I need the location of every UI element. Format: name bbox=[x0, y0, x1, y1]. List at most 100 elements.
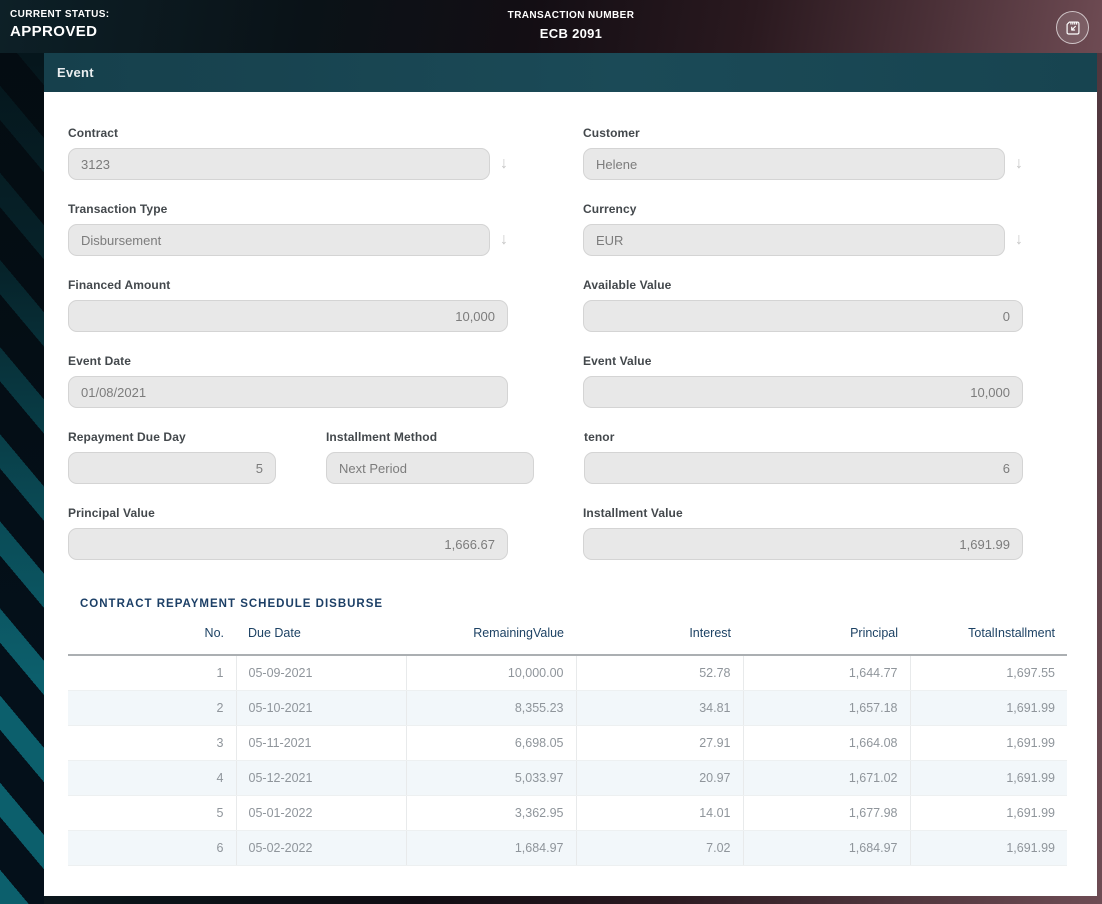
event-value-label: Event Value bbox=[583, 354, 1023, 368]
installment-value-label: Installment Value bbox=[583, 506, 1023, 520]
installment-value-field-group: Installment Value bbox=[583, 506, 1023, 560]
column-header-interest: Interest bbox=[576, 626, 743, 655]
tenor-input[interactable] bbox=[584, 452, 1023, 484]
table-header-row: No. Due Date RemainingValue Interest Pri… bbox=[68, 626, 1067, 655]
cell-interest: 20.97 bbox=[576, 760, 743, 795]
repayment-schedule-section: CONTRACT REPAYMENT SCHEDULE DISBURSE No.… bbox=[68, 598, 1067, 866]
available-value-label: Available Value bbox=[583, 278, 1023, 292]
transaction-type-input[interactable] bbox=[68, 224, 490, 256]
background-stripes bbox=[0, 0, 44, 904]
document-return-button[interactable] bbox=[1056, 11, 1089, 44]
cell-remaining-value: 5,033.97 bbox=[406, 760, 576, 795]
table-row: 5 05-01-2022 3,362.95 14.01 1,677.98 1,6… bbox=[68, 795, 1067, 830]
currency-label: Currency bbox=[583, 202, 1023, 216]
event-form: Contract ↓ Customer ↓ Transaction T bbox=[68, 126, 1023, 560]
cell-no: 6 bbox=[68, 830, 236, 865]
cell-total-installment: 1,691.99 bbox=[910, 795, 1067, 830]
cell-no: 3 bbox=[68, 725, 236, 760]
cell-interest: 14.01 bbox=[576, 795, 743, 830]
principal-value-input[interactable] bbox=[68, 528, 508, 560]
column-header-due-date: Due Date bbox=[236, 626, 406, 655]
cell-due-date: 05-09-2021 bbox=[236, 655, 406, 690]
transaction-type-field-group: Transaction Type ↓ bbox=[68, 202, 508, 256]
event-value-input[interactable] bbox=[583, 376, 1023, 408]
cell-remaining-value: 10,000.00 bbox=[406, 655, 576, 690]
cell-principal: 1,644.77 bbox=[743, 655, 910, 690]
cell-interest: 27.91 bbox=[576, 725, 743, 760]
table-row: 2 05-10-2021 8,355.23 34.81 1,657.18 1,6… bbox=[68, 690, 1067, 725]
cell-principal: 1,671.02 bbox=[743, 760, 910, 795]
cell-no: 2 bbox=[68, 690, 236, 725]
cell-interest: 34.81 bbox=[576, 690, 743, 725]
column-header-principal: Principal bbox=[743, 626, 910, 655]
repayment-due-day-field-group: Repayment Due Day bbox=[68, 430, 276, 484]
currency-field-group: Currency ↓ bbox=[583, 202, 1023, 256]
table-row: 6 05-02-2022 1,684.97 7.02 1,684.97 1,69… bbox=[68, 830, 1067, 865]
contract-field-group: Contract ↓ bbox=[68, 126, 508, 180]
table-row: 4 05-12-2021 5,033.97 20.97 1,671.02 1,6… bbox=[68, 760, 1067, 795]
contract-input[interactable] bbox=[68, 148, 490, 180]
repayment-schedule-title: CONTRACT REPAYMENT SCHEDULE DISBURSE bbox=[80, 598, 1067, 610]
cell-due-date: 05-01-2022 bbox=[236, 795, 406, 830]
cell-remaining-value: 1,684.97 bbox=[406, 830, 576, 865]
event-date-field-group: Event Date bbox=[68, 354, 508, 408]
event-date-label: Event Date bbox=[68, 354, 508, 368]
transaction-type-dropdown-icon[interactable]: ↓ bbox=[490, 232, 508, 248]
cell-due-date: 05-02-2022 bbox=[236, 830, 406, 865]
cell-remaining-value: 8,355.23 bbox=[406, 690, 576, 725]
cell-total-installment: 1,697.55 bbox=[910, 655, 1067, 690]
current-status-label: CURRENT STATUS: bbox=[10, 9, 110, 21]
column-header-total-installment: TotalInstallment bbox=[910, 626, 1067, 655]
cell-principal: 1,684.97 bbox=[743, 830, 910, 865]
column-header-remaining-value: RemainingValue bbox=[406, 626, 576, 655]
transaction-type-label: Transaction Type bbox=[68, 202, 508, 216]
cell-total-installment: 1,691.99 bbox=[910, 760, 1067, 795]
currency-input[interactable] bbox=[583, 224, 1005, 256]
panel-title-bar: Event bbox=[44, 53, 1097, 92]
cell-total-installment: 1,691.99 bbox=[910, 690, 1067, 725]
app-header: CURRENT STATUS: APPROVED TRANSACTION NUM… bbox=[0, 0, 1102, 53]
contract-label: Contract bbox=[68, 126, 508, 140]
cell-principal: 1,657.18 bbox=[743, 690, 910, 725]
cell-due-date: 05-12-2021 bbox=[236, 760, 406, 795]
cell-due-date: 05-11-2021 bbox=[236, 725, 406, 760]
panel-title: Event bbox=[57, 65, 94, 80]
cell-interest: 7.02 bbox=[576, 830, 743, 865]
financed-amount-field-group: Financed Amount bbox=[68, 278, 508, 332]
repayment-due-day-input[interactable] bbox=[68, 452, 276, 484]
installment-value-input[interactable] bbox=[583, 528, 1023, 560]
cell-total-installment: 1,691.99 bbox=[910, 725, 1067, 760]
tenor-label: tenor bbox=[584, 430, 1023, 444]
principal-value-field-group: Principal Value bbox=[68, 506, 508, 560]
customer-label: Customer bbox=[583, 126, 1023, 140]
transaction-number-label: TRANSACTION NUMBER bbox=[508, 10, 635, 22]
customer-input[interactable] bbox=[583, 148, 1005, 180]
cell-interest: 52.78 bbox=[576, 655, 743, 690]
available-value-input[interactable] bbox=[583, 300, 1023, 332]
customer-dropdown-icon[interactable]: ↓ bbox=[1005, 156, 1023, 172]
available-value-field-group: Available Value bbox=[583, 278, 1023, 332]
installment-method-field-group: Installment Method bbox=[326, 430, 534, 484]
table-row: 3 05-11-2021 6,698.05 27.91 1,664.08 1,6… bbox=[68, 725, 1067, 760]
cell-no: 1 bbox=[68, 655, 236, 690]
cell-total-installment: 1,691.99 bbox=[910, 830, 1067, 865]
installment-method-input[interactable] bbox=[326, 452, 534, 484]
contract-dropdown-icon[interactable]: ↓ bbox=[490, 156, 508, 172]
cell-principal: 1,664.08 bbox=[743, 725, 910, 760]
currency-dropdown-icon[interactable]: ↓ bbox=[1005, 232, 1023, 248]
document-return-icon bbox=[1063, 18, 1083, 38]
table-row: 1 05-09-2021 10,000.00 52.78 1,644.77 1,… bbox=[68, 655, 1067, 690]
event-date-input[interactable] bbox=[68, 376, 508, 408]
cell-remaining-value: 6,698.05 bbox=[406, 725, 576, 760]
cell-principal: 1,677.98 bbox=[743, 795, 910, 830]
cell-no: 5 bbox=[68, 795, 236, 830]
transaction-number: TRANSACTION NUMBER ECB 2091 bbox=[508, 10, 635, 41]
tenor-field-group: tenor bbox=[584, 430, 1023, 484]
principal-value-label: Principal Value bbox=[68, 506, 508, 520]
financed-amount-input[interactable] bbox=[68, 300, 508, 332]
financed-amount-label: Financed Amount bbox=[68, 278, 508, 292]
panel-body: Contract ↓ Customer ↓ Transaction T bbox=[44, 92, 1097, 896]
cell-no: 4 bbox=[68, 760, 236, 795]
cell-remaining-value: 3,362.95 bbox=[406, 795, 576, 830]
column-header-no: No. bbox=[68, 626, 236, 655]
